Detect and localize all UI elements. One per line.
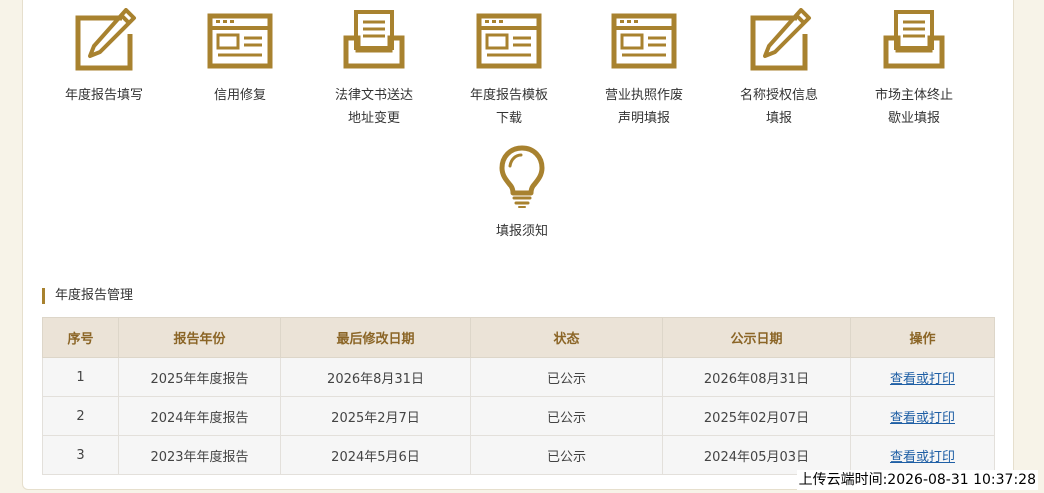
cell-index: 2 [42, 396, 119, 436]
cell-published: 2025年02月07日 [662, 396, 851, 436]
tile-label-line2: 填报 [765, 111, 792, 126]
cell-modified: 2026年8月31日 [280, 357, 471, 397]
column-header-published: 公示日期 [662, 317, 851, 358]
tile-market-entity-termination[interactable]: 市场主体终止 歇业填报 [849, 8, 979, 130]
tile-label-line2: 下载 [495, 111, 522, 126]
section-title: 年度报告管理 [42, 288, 133, 304]
column-header-year: 报告年份 [118, 317, 281, 358]
edit-form-icon [750, 8, 811, 71]
view-or-print-link[interactable]: 查看或打印 [890, 450, 955, 465]
table-row: 2 2024年年度报告 2025年2月7日 已公示 2025年02月07日 查看… [42, 396, 995, 436]
tile-label-line2: 声明填报 [617, 111, 670, 126]
cell-index: 1 [42, 357, 119, 397]
tile-legal-address-change[interactable]: 法律文书送达 地址变更 [309, 8, 439, 130]
table-header-row: 序号 报告年份 最后修改日期 状态 公示日期 操作 [42, 317, 995, 358]
tile-label: 法律文书送达 [334, 88, 413, 103]
tile-label: 营业执照作废 [604, 88, 683, 103]
tile-label: 填报须知 [495, 224, 548, 239]
upload-timestamp: 上传云端时间:2026-08-31 10:37:28 [796, 470, 1038, 490]
column-header-index: 序号 [42, 317, 119, 358]
table-row: 1 2025年年度报告 2026年8月31日 已公示 2026年08月31日 查… [42, 357, 995, 397]
cell-action: 查看或打印 [850, 435, 995, 475]
cell-modified: 2024年5月6日 [280, 435, 471, 475]
tile-report-template-download[interactable]: 年度报告模板 下载 [444, 8, 574, 130]
cell-year: 2024年年度报告 [118, 396, 281, 436]
tile-name-authorization[interactable]: 名称授权信息 填报 [714, 8, 844, 130]
cell-index: 3 [42, 435, 119, 475]
view-or-print-link[interactable]: 查看或打印 [890, 411, 955, 426]
tile-label: 年度报告模板 [469, 88, 548, 103]
cell-year: 2023年年度报告 [118, 435, 281, 475]
tile-label: 信用修复 [213, 88, 266, 103]
cell-year: 2025年年度报告 [118, 357, 281, 397]
tile-label: 名称授权信息 [739, 88, 818, 103]
tile-label-line2: 地址变更 [347, 111, 400, 126]
lightbulb-icon [499, 145, 545, 208]
view-or-print-link[interactable]: 查看或打印 [890, 372, 955, 387]
table-row: 3 2023年年度报告 2024年5月6日 已公示 2024年05月03日 查看… [42, 435, 995, 475]
column-header-action: 操作 [850, 317, 995, 358]
form-window-icon [207, 13, 273, 69]
edit-form-icon [75, 8, 136, 71]
cell-published: 2026年08月31日 [662, 357, 851, 397]
tile-label-line2: 歇业填报 [887, 111, 940, 126]
cell-status: 已公示 [470, 396, 663, 436]
cell-action: 查看或打印 [850, 357, 995, 397]
cell-status: 已公示 [470, 357, 663, 397]
cell-modified: 2025年2月7日 [280, 396, 471, 436]
tile-credit-repair[interactable]: 信用修复 [175, 8, 305, 107]
cell-status: 已公示 [470, 435, 663, 475]
form-window-icon [611, 13, 677, 69]
annual-report-table: 序号 报告年份 最后修改日期 状态 公示日期 操作 1 2025年年度报告 20… [42, 317, 995, 475]
cell-action: 查看或打印 [850, 396, 995, 436]
cell-published: 2024年05月03日 [662, 435, 851, 475]
inbox-tray-icon [883, 10, 945, 69]
tile-license-void-declaration[interactable]: 营业执照作废 声明填报 [579, 8, 709, 130]
tile-filing-notice[interactable]: 填报须知 [457, 144, 587, 243]
column-header-modified: 最后修改日期 [280, 317, 471, 358]
tile-label: 市场主体终止 [874, 88, 953, 103]
column-header-status: 状态 [470, 317, 663, 358]
inbox-tray-icon [343, 10, 405, 69]
tile-annual-report-fill[interactable]: 年度报告填写 [39, 8, 169, 107]
form-window-icon [476, 13, 542, 69]
tile-label: 年度报告填写 [64, 88, 143, 103]
